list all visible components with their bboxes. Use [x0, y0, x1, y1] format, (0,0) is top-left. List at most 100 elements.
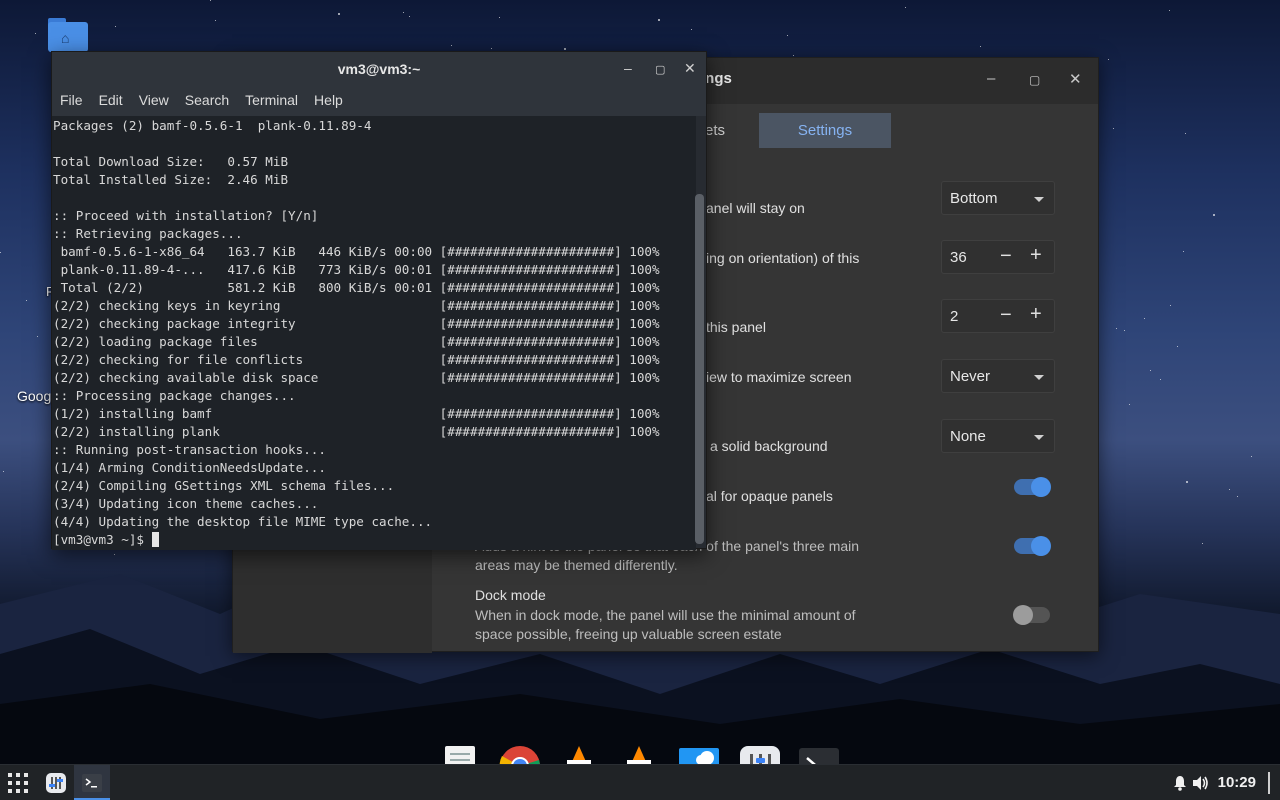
- star: [338, 13, 340, 15]
- star: [1186, 481, 1188, 483]
- terminal-window[interactable]: vm3@vm3:~ – ▢ ✕ File Edit View Search Te…: [51, 51, 707, 550]
- star: [564, 48, 566, 50]
- terminal-line: Total Download Size: 0.57 MiB: [53, 154, 289, 169]
- star: [409, 16, 410, 17]
- terminal-line: (2/4) Compiling GSettings XML schema fil…: [53, 478, 395, 493]
- star: [1160, 379, 1161, 380]
- transparency-dropdown-value: None: [950, 428, 986, 445]
- star: [115, 26, 116, 27]
- taskbar-terminal-app-icon[interactable]: [78, 765, 106, 800]
- star: [793, 55, 794, 56]
- minimize-icon[interactable]: –: [624, 60, 632, 76]
- star: [35, 33, 36, 34]
- minus-icon[interactable]: −: [1000, 304, 1012, 327]
- taskbar-clock[interactable]: 10:29: [1218, 774, 1256, 791]
- star: [1144, 318, 1145, 319]
- terminal-line: :: Running post-transaction hooks...: [53, 442, 326, 457]
- dock-mode-desc-2: space possible, freeing up valuable scre…: [475, 626, 782, 642]
- star: [491, 48, 492, 49]
- minus-icon[interactable]: −: [1000, 245, 1012, 268]
- size-value: 36: [950, 249, 967, 266]
- row-position-text: anel will stay on: [706, 200, 805, 216]
- star: [1185, 133, 1186, 134]
- star: [1150, 370, 1151, 371]
- star: [1213, 214, 1215, 216]
- menu-search[interactable]: Search: [177, 86, 237, 116]
- dock-mode-toggle[interactable]: [1013, 605, 1050, 625]
- show-desktop-button[interactable]: [1262, 765, 1276, 800]
- terminal-prompt-line[interactable]: [vm3@vm3 ~]$: [53, 531, 696, 549]
- terminal-menubar: File Edit View Search Terminal Help: [52, 86, 706, 116]
- size-stepper[interactable]: 36 − +: [941, 240, 1055, 274]
- stylize-toggle[interactable]: [1014, 536, 1051, 556]
- plus-icon[interactable]: +: [1030, 244, 1042, 267]
- terminal-line: (2/2) checking for file conflicts [#####…: [53, 352, 660, 367]
- taskbar-settings-app-icon[interactable]: [42, 765, 70, 800]
- star: [210, 0, 211, 1]
- menu-file[interactable]: File: [52, 86, 91, 116]
- chevron-down-icon: [1034, 375, 1044, 380]
- star: [499, 17, 500, 18]
- row-size-text: ing on orientation) of this: [706, 250, 860, 266]
- menu-help[interactable]: Help: [306, 86, 351, 116]
- app-menu-grid-icon[interactable]: [4, 765, 32, 800]
- autohide-dropdown[interactable]: Never: [941, 359, 1055, 393]
- terminal-line: bamf-0.5.6-1-x86_64 163.7 KiB 446 KiB/s …: [53, 244, 660, 259]
- star: [1177, 346, 1178, 347]
- terminal-line: :: Proceed with installation? [Y/n]: [53, 208, 319, 223]
- terminal-output[interactable]: Packages (2) bamf-0.5.6-1 plank-0.11.89-…: [52, 116, 696, 550]
- desktop-icon-label[interactable]: Goog: [17, 388, 51, 404]
- menu-terminal[interactable]: Terminal: [237, 86, 306, 116]
- terminal-line: :: Processing package changes...: [53, 388, 296, 403]
- row-autohide-text: iew to maximize screen: [706, 369, 852, 385]
- position-dropdown[interactable]: Bottom: [941, 181, 1055, 215]
- transparency-dropdown[interactable]: None: [941, 419, 1055, 453]
- star: [1183, 251, 1184, 252]
- terminal-line: (2/2) checking keys in keyring [########…: [53, 298, 660, 313]
- star: [37, 336, 38, 337]
- terminal-line: (2/2) installing plank [################…: [53, 424, 660, 439]
- terminal-prompt: [vm3@vm3 ~]$: [53, 532, 152, 547]
- settings-tabs: ets Settings: [693, 113, 892, 148]
- star: [1124, 330, 1125, 331]
- volume-icon[interactable]: [1190, 765, 1212, 800]
- dock-mode-title: Dock mode: [475, 587, 546, 603]
- terminal-scrollbar[interactable]: [695, 194, 704, 544]
- row-stylize-text-2: areas may be themed differently.: [475, 557, 678, 573]
- spacing-value: 2: [950, 308, 959, 325]
- star: [215, 20, 216, 21]
- terminal-line: (1/2) installing bamf [#################…: [53, 406, 660, 421]
- tab-settings[interactable]: Settings: [759, 113, 892, 148]
- position-dropdown-value: Bottom: [950, 190, 998, 207]
- terminal-line: plank-0.11.89-4-... 417.6 KiB 773 KiB/s …: [53, 262, 660, 277]
- maximize-icon[interactable]: ▢: [1029, 73, 1040, 87]
- star: [403, 12, 404, 13]
- terminal-title: vm3@vm3:~: [337, 61, 421, 77]
- terminal-line: (3/4) Updating icon theme caches...: [53, 496, 319, 511]
- shadow-toggle[interactable]: [1014, 477, 1051, 497]
- plus-icon[interactable]: +: [1030, 303, 1042, 326]
- terminal-line: (2/2) checking package integrity [######…: [53, 316, 660, 331]
- home-folder-icon[interactable]: ⌂: [48, 18, 88, 52]
- menu-view[interactable]: View: [131, 86, 177, 116]
- close-icon[interactable]: ✕: [1069, 70, 1082, 88]
- star: [1129, 404, 1130, 405]
- dock-mode-desc: When in dock mode, the panel will use th…: [475, 607, 856, 623]
- spacing-stepper[interactable]: 2 − +: [941, 299, 1055, 333]
- chevron-down-icon: [1034, 197, 1044, 202]
- minimize-icon[interactable]: –: [987, 70, 995, 87]
- star: [1113, 128, 1114, 129]
- close-icon[interactable]: ✕: [684, 60, 696, 77]
- star: [1170, 305, 1171, 306]
- star: [3, 471, 4, 472]
- star: [0, 252, 1, 253]
- terminal-line: Total Installed Size: 2.46 MiB: [53, 172, 289, 187]
- star: [787, 35, 788, 36]
- autohide-dropdown-value: Never: [950, 368, 991, 385]
- maximize-icon[interactable]: ▢: [655, 63, 665, 76]
- terminal-titlebar[interactable]: vm3@vm3:~ – ▢ ✕: [52, 52, 706, 86]
- star: [1116, 328, 1117, 329]
- menu-edit[interactable]: Edit: [91, 86, 131, 116]
- notification-bell-icon[interactable]: [1170, 765, 1190, 800]
- star: [26, 300, 27, 301]
